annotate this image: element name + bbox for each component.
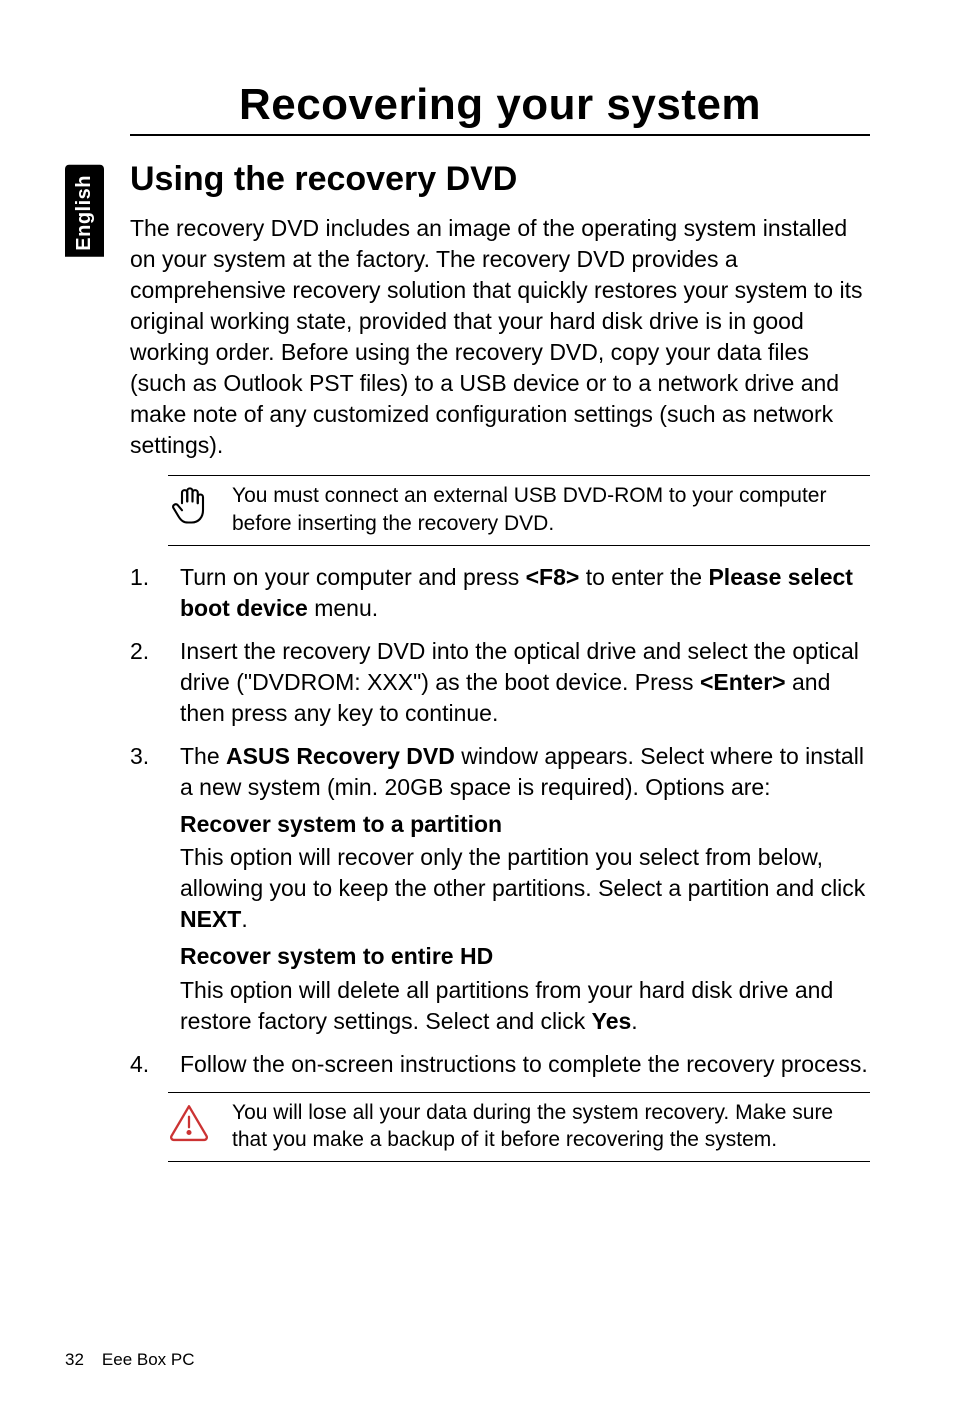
key-enter: <Enter> xyxy=(700,669,786,695)
product-name: Eee Box PC xyxy=(102,1350,195,1370)
language-tab: English xyxy=(65,165,104,257)
page-number: 32 xyxy=(65,1350,84,1370)
text: Turn on your computer and press xyxy=(180,564,526,590)
text: This option will recover only the partit… xyxy=(180,844,865,901)
step-1: Turn on your computer and press <F8> to … xyxy=(130,562,870,624)
hand-icon xyxy=(168,484,210,526)
section-heading: Using the recovery DVD xyxy=(130,160,870,199)
text: The xyxy=(180,743,226,769)
window-name: ASUS Recovery DVD xyxy=(226,743,455,769)
step-3: The ASUS Recovery DVD window appears. Se… xyxy=(130,741,870,1036)
warning-text: You will lose all your data during the s… xyxy=(232,1099,870,1154)
option-2-heading: Recover system to entire HD xyxy=(180,941,870,972)
button-label-yes: Yes xyxy=(592,1008,632,1034)
warning-block: You will lose all your data during the s… xyxy=(168,1092,870,1163)
text: This option will delete all partitions f… xyxy=(180,977,833,1034)
note-text: You must connect an external USB DVD-ROM… xyxy=(232,482,870,537)
step-2: Insert the recovery DVD into the optical… xyxy=(130,636,870,729)
intro-paragraph: The recovery DVD includes an image of th… xyxy=(130,213,870,461)
option-1-body: This option will recover only the partit… xyxy=(180,842,870,935)
caution-icon xyxy=(168,1101,210,1143)
button-label-next: NEXT xyxy=(180,906,241,932)
text: . xyxy=(631,1008,637,1034)
page-content: Recovering your system Using the recover… xyxy=(130,80,870,1178)
text: to enter the xyxy=(579,564,708,590)
steps-list: Turn on your computer and press <F8> to … xyxy=(130,562,870,1080)
note-block: You must connect an external USB DVD-ROM… xyxy=(168,475,870,546)
option-2-body: This option will delete all partitions f… xyxy=(180,975,870,1037)
option-1-heading: Recover system to a partition xyxy=(180,809,870,840)
page-footer: 32 Eee Box PC xyxy=(65,1350,195,1370)
step-4: Follow the on-screen instructions to com… xyxy=(130,1049,870,1080)
text: menu. xyxy=(308,595,378,621)
text: . xyxy=(241,906,247,932)
page-title: Recovering your system xyxy=(130,80,870,136)
key-f8: <F8> xyxy=(526,564,580,590)
